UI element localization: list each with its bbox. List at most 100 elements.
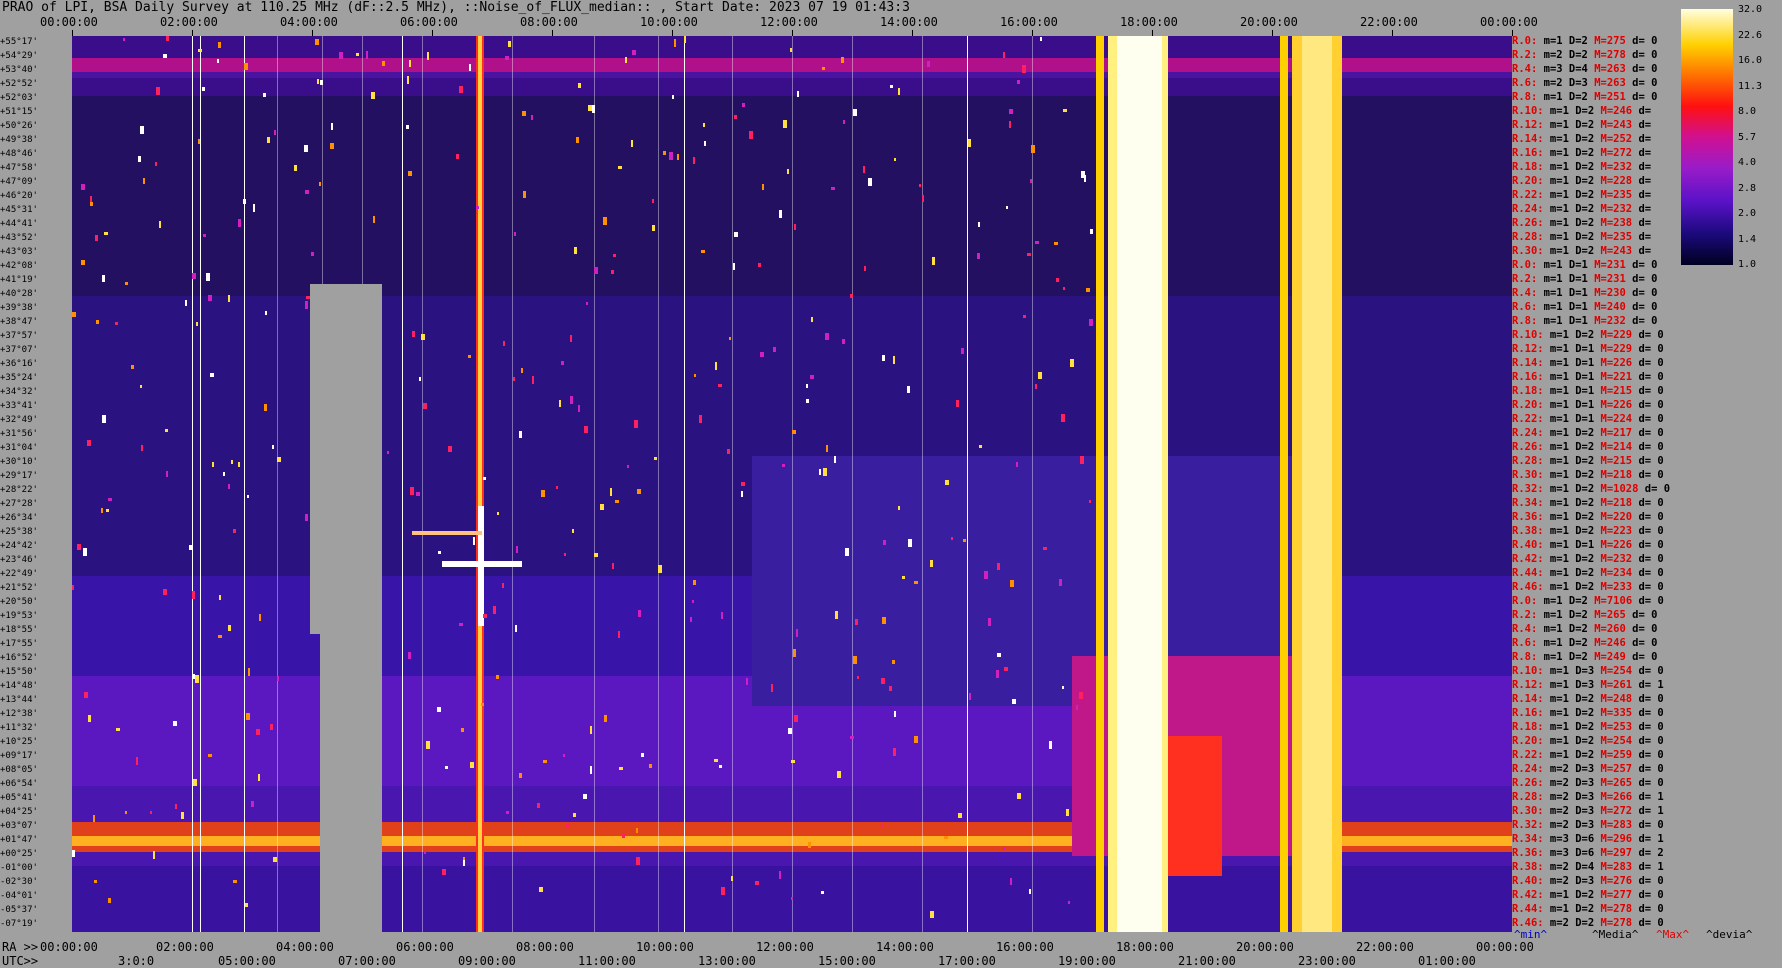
row-stat: R.20: m=1 D=2 M=254 d= 0 (1512, 735, 1664, 747)
noise-speckle (508, 41, 511, 47)
row-stat-field: R.26: (1512, 777, 1544, 789)
noise-speckle (371, 92, 375, 99)
noise-speckle (788, 728, 792, 734)
noise-speckle (192, 591, 195, 599)
vertical-line (200, 36, 201, 932)
row-stat-field: d= 0 (1632, 875, 1664, 887)
row-stat: R.4: m=3 D=4 M=263 d= 0 (1512, 63, 1657, 75)
noise-speckle (131, 365, 134, 369)
noise-speckle (1090, 229, 1093, 234)
row-stat-field: R.24: (1512, 427, 1544, 439)
row-stat: R.36: m=3 D=6 M=297 d= 2 (1512, 847, 1664, 859)
row-stat-field: R.26: (1512, 217, 1544, 229)
noise-speckle (108, 498, 112, 501)
noise-speckle (1059, 579, 1062, 586)
noise-speckle (259, 614, 261, 621)
noise-speckle (576, 137, 579, 143)
noise-speckle (837, 771, 841, 778)
row-stat-field: R.0: (1512, 595, 1538, 607)
row-stat-field: D=2 (1568, 917, 1595, 929)
spectrogram-plot[interactable] (72, 36, 1512, 932)
noise-speckle (831, 187, 835, 190)
noise-speckle (594, 267, 598, 274)
noise-speckle (195, 675, 199, 683)
vertical-line-dashed (922, 36, 923, 932)
noise-speckle (638, 610, 641, 617)
noise-speckle (610, 488, 612, 496)
row-stat-field: m=1 (1537, 287, 1563, 299)
row-stat-field: M=278 (1587, 49, 1626, 61)
row-stat-field: M=249 (1587, 651, 1626, 663)
colorbar-tick: 5.7 (1738, 131, 1757, 143)
noise-speckle (219, 595, 221, 600)
row-stat-field: D=2 (1568, 693, 1595, 705)
noise-speckle (927, 61, 930, 67)
noise-speckle (102, 415, 106, 423)
noise-speckle (883, 540, 886, 545)
row-stat-field: d= 0 (1625, 609, 1658, 621)
noise-speckle (674, 39, 676, 47)
row-stat: R.6: m=1 D=1 M=240 d= 0 (1512, 301, 1657, 313)
dec-label: +32°49' (0, 414, 38, 425)
dec-label: +52°52' (0, 78, 38, 89)
row-stat-field: D=6 (1568, 847, 1595, 859)
dec-label: +00°25' (0, 848, 38, 859)
row-stat-field: M=263 (1587, 63, 1626, 75)
row-stat-field: M=232 (1587, 315, 1626, 327)
noise-speckle (493, 606, 496, 614)
noise-speckle (882, 617, 886, 624)
row-stat-field: d= 0 (1625, 301, 1658, 313)
noise-speckle (72, 312, 76, 317)
noise-speckle (339, 52, 343, 59)
row-stat-field: D=3 (1562, 77, 1588, 89)
row-stat-field: D=2 (1568, 245, 1595, 257)
row-stat-field: m=1 (1543, 511, 1569, 523)
row-stat: R.46: m=1 D=2 M=233 d= 0 (1512, 581, 1664, 593)
row-stat: R.28: m=2 D=3 M=266 d= 1 (1512, 791, 1664, 803)
noise-speckle (305, 514, 308, 521)
noise-speckle (1043, 547, 1047, 550)
row-stat-field: d= (1632, 105, 1652, 117)
row-stat-field: R.34: (1512, 497, 1544, 509)
row-stat-field: d= 0 (1632, 735, 1664, 747)
noise-speckle (496, 675, 499, 679)
colorbar-tick: 1.4 (1738, 233, 1757, 245)
noise-speckle (631, 140, 633, 147)
row-stat-field: R.26: (1512, 441, 1544, 453)
row-stat-field: D=2 (1568, 483, 1595, 495)
row-stat-field: M=254 (1594, 735, 1633, 747)
vertical-line-dashed (732, 36, 733, 932)
row-stat-field: m=2 (1537, 49, 1563, 61)
row-stat-field: d= (1632, 203, 1652, 215)
noise-speckle (140, 126, 144, 134)
colorbar-tick: 32.0 (1738, 4, 1763, 15)
colorbar-tick: 4.0 (1738, 157, 1757, 168)
dec-label: +29°17' (0, 470, 38, 481)
dec-label: +50°26' (0, 120, 38, 131)
row-stat: R.12: m=1 D=3 M=261 d= 1 (1512, 679, 1664, 691)
row-stat-field: R.4: (1512, 63, 1538, 75)
noise-speckle (203, 234, 206, 237)
noise-speckle (1049, 741, 1052, 749)
noise-speckle (834, 456, 836, 463)
noise-speckle (893, 748, 896, 756)
row-stat-field: M=231 (1587, 259, 1626, 271)
noise-speckle (997, 563, 1000, 570)
vertical-line (244, 36, 245, 932)
utc-label: 09:00:00 (458, 954, 516, 968)
noise-speckle (1066, 809, 1069, 816)
vertical-line-dashed (852, 36, 853, 932)
row-stat-field: R.28: (1512, 791, 1544, 803)
row-stat-field: R.40: (1512, 875, 1544, 887)
row-stat-field: m=1 (1543, 371, 1569, 383)
row-stat: R.30: m=1 D=2 M=243 d= (1512, 245, 1651, 257)
row-stat-field: M=296 (1594, 833, 1633, 845)
noise-speckle (794, 224, 796, 230)
noise-speckle (476, 206, 479, 209)
noise-speckle (693, 580, 696, 585)
noise-speckle (231, 460, 233, 464)
row-stat-field: m=2 (1543, 763, 1569, 775)
noise-speckle (733, 263, 735, 270)
noise-speckle (590, 726, 592, 734)
noise-speckle (977, 253, 980, 259)
